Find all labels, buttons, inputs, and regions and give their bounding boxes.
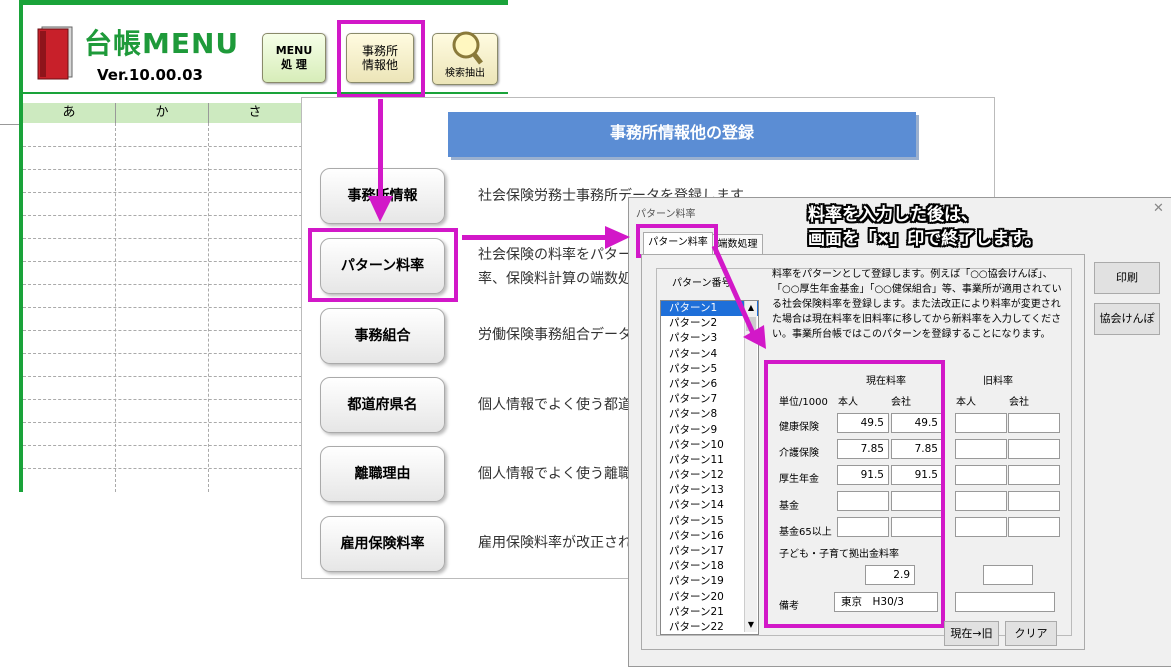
arrow-diagonal-shaft <box>711 244 759 342</box>
annotation-line-1: 料率を入力した後は、 <box>808 205 978 225</box>
arrow-right-icon <box>605 226 630 249</box>
arrow-down-icon <box>368 196 393 222</box>
instruction-annotation: 料率を入力した後は、 画面を「×」印で終了します。 <box>808 203 1042 251</box>
arrow-diagonal-icon <box>743 325 766 349</box>
flow-arrows <box>368 99 766 349</box>
arrow-right-shaft <box>462 235 608 240</box>
arrow-down-shaft <box>378 99 383 199</box>
annotation-line-2: 画面を「×」印で終了します。 <box>808 229 1042 249</box>
